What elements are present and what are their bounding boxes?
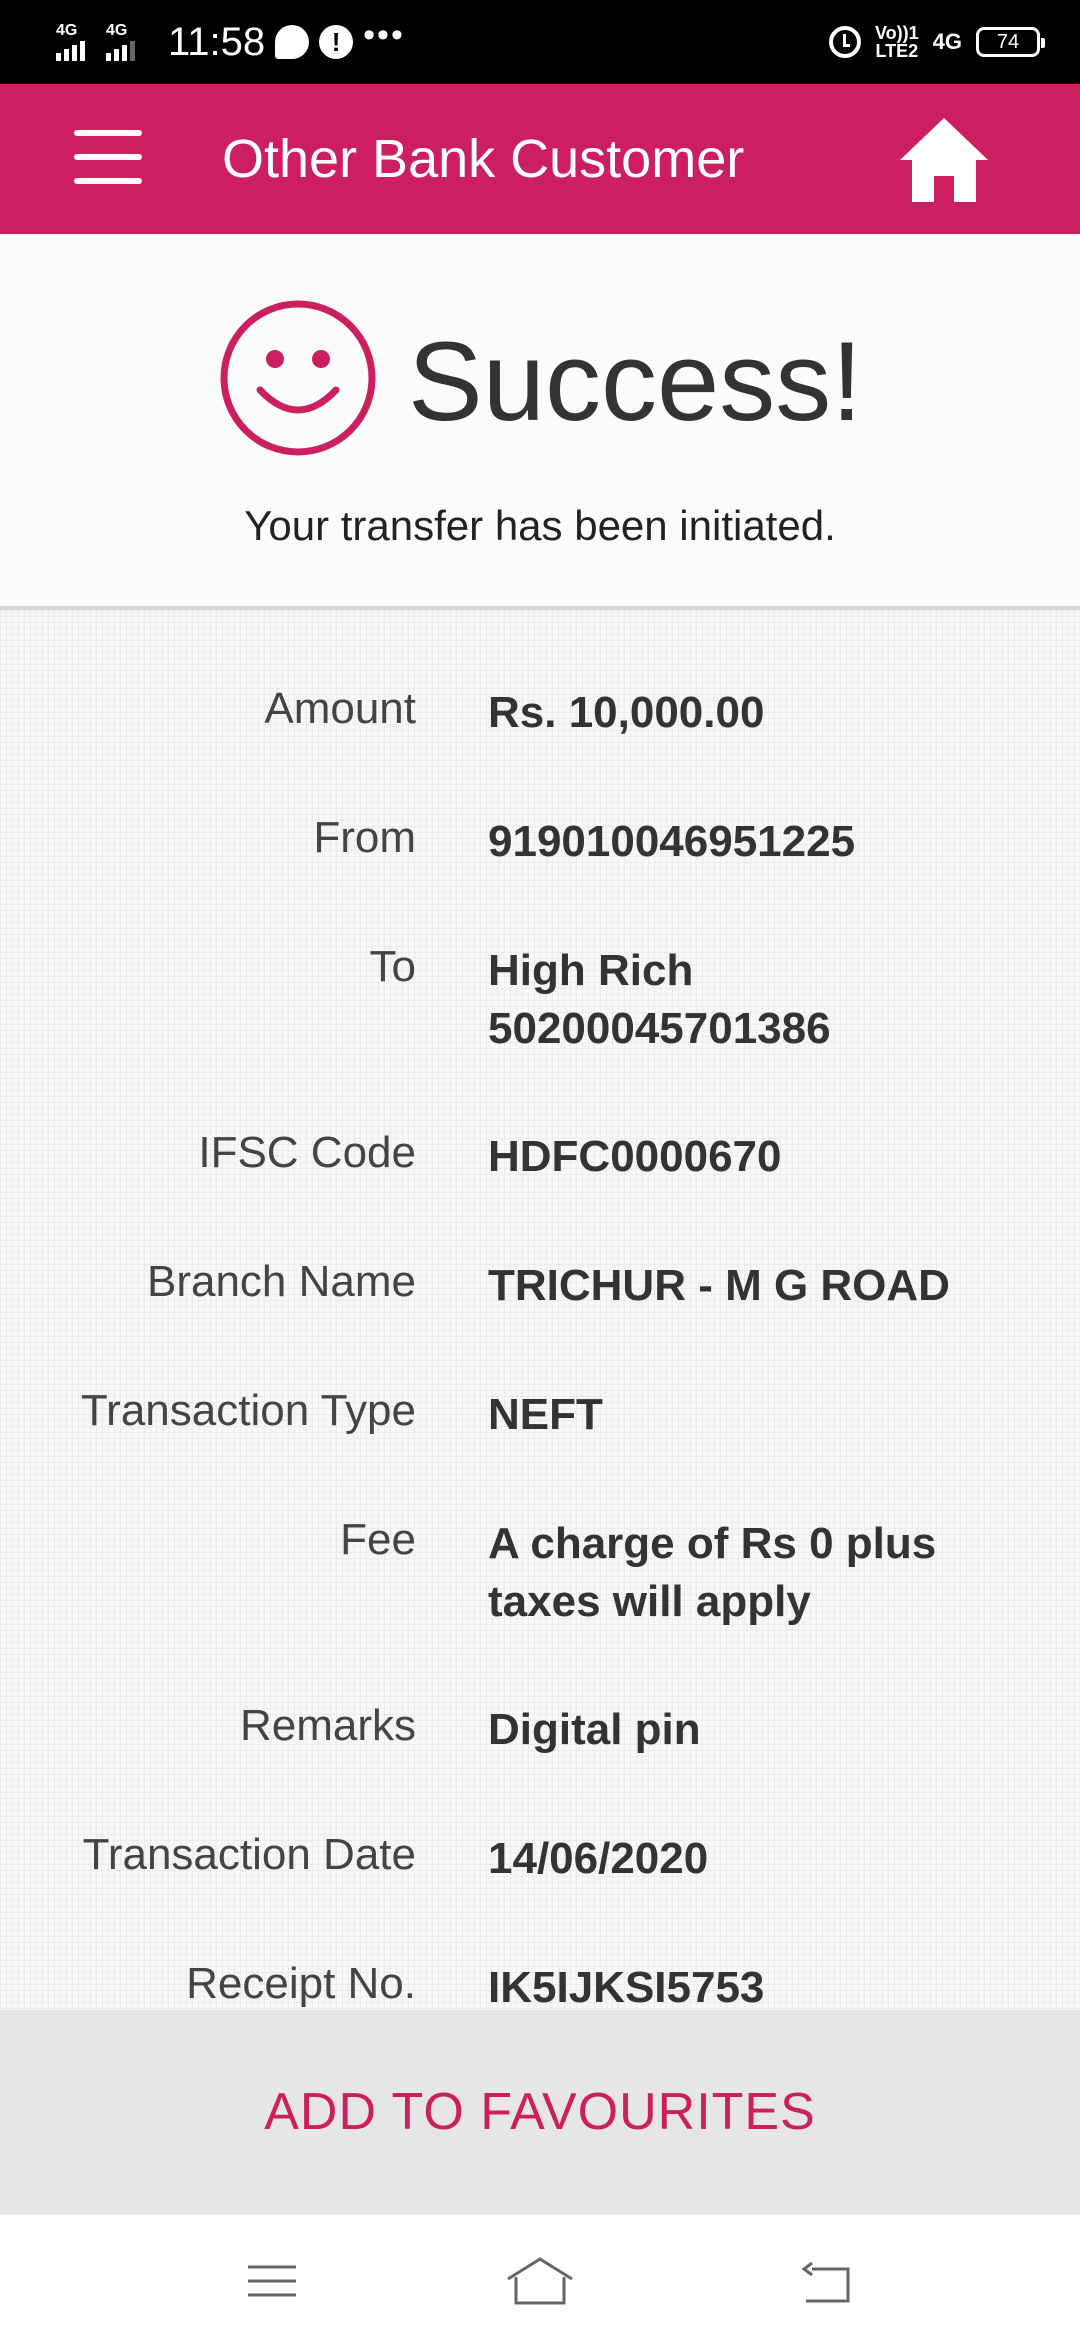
- success-message: Your transfer has been initiated.: [244, 502, 836, 549]
- detail-value: IK5IJKSI5753: [488, 1963, 765, 2010]
- status-bar: 4G 4G 11:58 ! ••• Vo))1 LTE2 4G 74: [0, 0, 1080, 84]
- detail-value: Rs. 10,000.00: [488, 688, 765, 737]
- detail-label: From: [313, 813, 416, 862]
- clock: 11:58: [168, 19, 266, 64]
- network-type: 4G: [932, 29, 962, 54]
- alert-icon: !: [319, 25, 354, 59]
- detail-value: HDFC0000670: [488, 1132, 782, 1181]
- sim2-signal-icon: 4G: [106, 23, 146, 61]
- success-title: Success!: [408, 319, 863, 444]
- add-to-favourites-label: ADD TO FAVOURITES: [264, 2083, 816, 2141]
- detail-label: Remarks: [239, 1701, 416, 1750]
- more-notifications-icon: •••: [363, 15, 405, 54]
- add-to-favourites-button[interactable]: ADD TO FAVOURITES: [0, 2010, 1080, 2214]
- back-icon[interactable]: [796, 2251, 856, 2311]
- home-icon[interactable]: [896, 112, 992, 208]
- battery-level: 74: [996, 30, 1020, 53]
- beneficiary-name: High Rich: [488, 946, 694, 995]
- chat-bubble-icon: [275, 25, 310, 59]
- sim1-network-label: 4G: [56, 22, 78, 39]
- fee-line1: A charge of Rs 0 plus: [488, 1519, 937, 1568]
- detail-value: 14/06/2020: [488, 1834, 709, 1883]
- alarm-icon: [828, 26, 861, 58]
- volte-line1: Vo))1: [874, 23, 919, 43]
- home-nav-icon[interactable]: [504, 2251, 576, 2311]
- recent-apps-icon[interactable]: [242, 2251, 302, 2311]
- detail-label: Transaction Date: [82, 1830, 416, 1879]
- page-title: Other Bank Customer: [222, 129, 745, 189]
- detail-value: A charge of Rs 0 plus taxes will apply: [488, 1515, 1048, 1631]
- sim1-signal-icon: 4G: [56, 23, 96, 61]
- detail-label: IFSC Code: [198, 1128, 416, 1177]
- detail-label: To: [369, 942, 416, 991]
- detail-label: Amount: [264, 684, 416, 733]
- volte-line2: LTE2: [875, 41, 919, 61]
- battery-icon: 74: [976, 27, 1045, 57]
- transaction-details: Amount Rs. 10,000.00 From 91901004695122…: [0, 610, 1080, 2010]
- detail-label: Branch Name: [146, 1257, 416, 1306]
- system-nav-bar: [0, 2214, 1080, 2341]
- success-panel: Success! Your transfer has been initiate…: [0, 234, 1080, 610]
- detail-value: NEFT: [488, 1390, 603, 1439]
- fee-line2: taxes will apply: [488, 1577, 811, 1626]
- detail-value: High Rich 50200045701386: [488, 942, 1048, 1058]
- sim2-network-label: 4G: [106, 22, 128, 39]
- detail-value: TRICHUR - M G ROAD: [488, 1261, 950, 1310]
- detail-label: Transaction Type: [80, 1386, 416, 1435]
- beneficiary-account: 50200045701386: [488, 1004, 831, 1053]
- detail-label: Receipt No.: [186, 1959, 416, 2008]
- app-bar: Other Bank Customer: [0, 84, 1080, 234]
- detail-label: Fee: [340, 1515, 416, 1564]
- detail-value: Digital pin: [488, 1705, 701, 1754]
- hamburger-menu-icon[interactable]: [74, 130, 142, 188]
- smiley-icon: [220, 300, 376, 456]
- detail-value: 919010046951225: [488, 817, 856, 866]
- volte-indicator: Vo))1 LTE2: [875, 24, 919, 60]
